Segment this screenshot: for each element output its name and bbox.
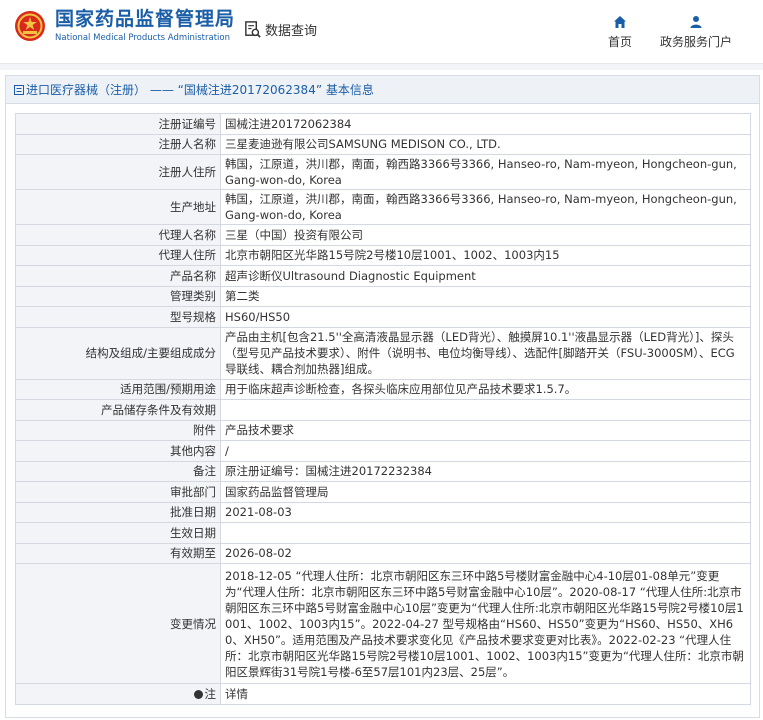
nav-gov-label: 政务服务门户 [659, 35, 732, 49]
row-value: 用于临床超声诊断检查，各探头临床应用部位见产品技术要求1.5.7。 [220, 378, 751, 400]
row-value: 2021-08-03 [220, 501, 751, 523]
table-row: 管理类别 第二类 [15, 285, 751, 307]
row-label: 产品名称 [15, 265, 221, 287]
table-row: 其他内容 / [15, 440, 751, 462]
row-label: 审批部门 [15, 481, 221, 503]
table-row: 产品名称 超声诊断仪Ultrasound Diagnostic Equipmen… [15, 265, 751, 287]
row-value: 原注册证编号：国械注进20172232384 [220, 460, 751, 482]
row-label: 产品储存条件及有效期 [15, 399, 221, 421]
row-label: 管理类别 [15, 285, 221, 307]
details-link[interactable]: 详情 [220, 683, 751, 705]
row-label: 代理人名称 [15, 224, 221, 246]
site-header: 国家药品监督管理局 National Medical Products Admi… [0, 0, 763, 70]
table-row: 生效日期 [15, 522, 751, 544]
national-emblem-icon [15, 11, 45, 42]
row-value: 产品由主机[包含21.5''全高清液晶显示器（LED背光）、触摸屏10.1''液… [220, 326, 751, 380]
table-row: 注册人名称 三星麦迪逊有限公司SAMSUNG MEDISON CO., LTD. [15, 133, 751, 155]
row-label: 批准日期 [15, 501, 221, 523]
row-value: 第二类 [220, 285, 751, 307]
row-label: 型号规格 [15, 306, 221, 328]
row-value: 韩国，江原道，洪川郡，南面，翰西路3366号3366, Hanseo-ro, N… [220, 154, 751, 190]
row-value: 国械注进20172062384 [220, 113, 751, 135]
row-value: 国家药品监督管理局 [220, 481, 751, 503]
row-value: HS60/HS50 [220, 306, 751, 328]
panel-title: 进口医疗器械（注册） —— “国械注进20172062384” 基本信息 [26, 83, 374, 97]
user-icon [690, 16, 702, 28]
note-label: 注 [204, 686, 217, 701]
org-name-en: National Medical Products Administration [55, 33, 230, 43]
table-row: 注 详情 [15, 683, 751, 705]
registration-info-table: 注册证编号 国械注进20172062384 注册人名称 三星麦迪逊有限公司SAM… [15, 113, 751, 705]
list-icon [14, 84, 24, 95]
table-row: 代理人住所 北京市朝阳区光华路15号院2号楼10层1001、1002、1003内… [15, 244, 751, 266]
row-value: 产品技术要求 [220, 419, 751, 441]
row-label-note: 注 [15, 683, 221, 705]
table-row: 注册人住所 韩国，江原道，洪川郡，南面，翰西路3366号3366, Hanseo… [15, 154, 751, 190]
site-logo[interactable]: 国家药品监督管理局 National Medical Products Admi… [14, 10, 235, 43]
header-divider [0, 63, 763, 70]
row-value: 2026-08-02 [220, 542, 751, 564]
row-label: 生产地址 [15, 189, 221, 225]
table-row: 有效期至 2026-08-02 [15, 542, 751, 564]
table-row: 产品储存条件及有效期 [15, 399, 751, 421]
table-row: 注册证编号 国械注进20172062384 [15, 113, 751, 135]
detail-panel: 进口医疗器械（注册） —— “国械注进20172062384” 基本信息 注册证… [5, 75, 760, 718]
row-label: 附件 [15, 419, 221, 441]
table-row: 批准日期 2021-08-03 [15, 501, 751, 523]
row-label: 生效日期 [15, 522, 221, 544]
table-row: 备注 原注册证编号：国械注进20172232384 [15, 460, 751, 482]
data-query-link[interactable]: 数据查询 [243, 20, 317, 39]
table-row: 附件 产品技术要求 [15, 419, 751, 441]
row-label: 备注 [15, 460, 221, 482]
bulb-icon [193, 689, 203, 699]
row-value: / [220, 440, 751, 462]
row-label: 注册人名称 [15, 133, 221, 155]
table-row: 适用范围/预期用途 用于临床超声诊断检查，各探头临床应用部位见产品技术要求1.5… [15, 378, 751, 400]
table-row: 型号规格 HS60/HS50 [15, 306, 751, 328]
nav-gov-services[interactable]: 政务服务门户 [656, 15, 736, 50]
document-search-icon [245, 21, 261, 38]
row-label: 注册人住所 [15, 154, 221, 190]
row-label: 有效期至 [15, 542, 221, 564]
row-label: 变更情况 [15, 563, 221, 684]
row-label: 代理人住所 [15, 244, 221, 266]
row-label: 注册证编号 [15, 113, 221, 135]
table-row: 结构及组成/主要组成成分 产品由主机[包含21.5''全高清液晶显示器（LED背… [15, 326, 751, 380]
row-value: 三星（中国）投资有限公司 [220, 224, 751, 246]
row-value [220, 522, 751, 544]
row-value: 韩国，江原道，洪川郡，南面，翰西路3366号3366, Hanseo-ro, N… [220, 189, 751, 225]
row-label: 结构及组成/主要组成成分 [15, 326, 221, 380]
org-name-cn: 国家药品监督管理局 [55, 8, 236, 30]
table-row: 变更情况 2018-12-05 “代理人住所：北京市朝阳区东三环中路5号楼财富金… [15, 563, 751, 684]
table-row: 生产地址 韩国，江原道，洪川郡，南面，翰西路3366号3366, Hanseo-… [15, 189, 751, 225]
row-value: 三星麦迪逊有限公司SAMSUNG MEDISON CO., LTD. [220, 133, 751, 155]
row-value: 超声诊断仪Ultrasound Diagnostic Equipment [220, 265, 751, 287]
row-value [220, 399, 751, 421]
nav-home[interactable]: 首页 [603, 15, 637, 50]
table-row: 代理人名称 三星（中国）投资有限公司 [15, 224, 751, 246]
row-label: 其他内容 [15, 440, 221, 462]
panel-header: 进口医疗器械（注册） —— “国械注进20172062384” 基本信息 [6, 76, 759, 104]
nav-home-label: 首页 [607, 35, 632, 49]
home-icon [614, 16, 626, 28]
change-history-value: 2018-12-05 “代理人住所：北京市朝阳区东三环中路5号楼财富金融中心4-… [220, 563, 751, 684]
data-query-label: 数据查询 [265, 24, 318, 39]
row-value: 北京市朝阳区光华路15号院2号楼10层1001、1002、1003内15 [220, 244, 751, 266]
table-row: 审批部门 国家药品监督管理局 [15, 481, 751, 503]
row-label: 适用范围/预期用途 [15, 378, 221, 400]
